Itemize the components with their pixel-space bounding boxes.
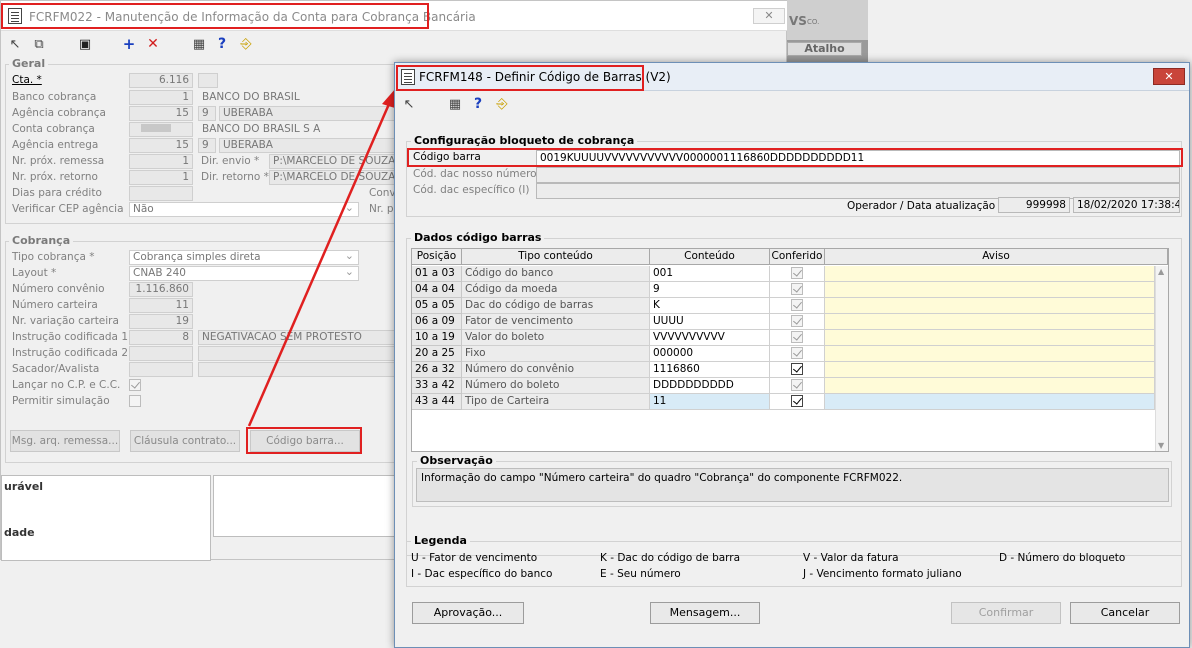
legenda-item-u: U - Fator de vencimento: [411, 552, 538, 564]
cell-conferido[interactable]: [770, 314, 825, 330]
observacao-section-label: Observação: [417, 454, 496, 467]
cell-conteudo[interactable]: 9: [650, 282, 770, 298]
config-section-label: Configuração bloqueto de cobrança: [411, 134, 638, 147]
cell-conferido[interactable]: [770, 394, 825, 410]
codigo-barra-row-highlight: [407, 148, 1183, 167]
cell-conteudo[interactable]: 001: [650, 266, 770, 282]
codigo-barras-table: Posição Tipo conteúdo Conteúdo Conferido…: [411, 248, 1169, 452]
legenda-item-k: K - Dac do código de barra: [600, 552, 741, 564]
cell-tipo-conteudo[interactable]: Número do convênio: [462, 362, 650, 378]
cell-conteudo[interactable]: UUUU: [650, 314, 770, 330]
conferido-checkbox[interactable]: [791, 299, 803, 311]
cell-posicao[interactable]: 26 a 32: [412, 362, 462, 378]
header-posicao[interactable]: Posição: [412, 249, 462, 265]
dac-especifico-label: Cód. dac específico (I): [413, 184, 530, 196]
cell-tipo-conteudo[interactable]: Fator de vencimento: [462, 314, 650, 330]
cell-posicao[interactable]: 01 a 03: [412, 266, 462, 282]
cell-tipo-conteudo[interactable]: Número do boleto: [462, 378, 650, 394]
cell-aviso[interactable]: [825, 330, 1155, 346]
codigo-barras-dialog: FCRFM148 - Definir Código de Barras (V2)…: [394, 62, 1190, 648]
exit-door-icon[interactable]: ⎆: [494, 96, 510, 112]
cell-conferido[interactable]: [770, 282, 825, 298]
back-arrow-icon[interactable]: ↖: [401, 97, 417, 113]
cell-posicao[interactable]: 10 a 19: [412, 330, 462, 346]
data-atualizacao-field: 18/02/2020 17:38:46: [1073, 197, 1180, 213]
legenda-item-i: I - Dac específico do banco: [411, 568, 553, 580]
cell-conteudo[interactable]: 000000: [650, 346, 770, 362]
conferido-checkbox[interactable]: [791, 315, 803, 327]
help-icon[interactable]: ?: [470, 96, 486, 112]
cell-posicao[interactable]: 05 a 05: [412, 298, 462, 314]
nosso-numero-field[interactable]: [536, 167, 1180, 183]
cell-conferido[interactable]: [770, 330, 825, 346]
aprovacao-button[interactable]: Aprovação...: [412, 602, 524, 624]
cell-conferido[interactable]: [770, 378, 825, 394]
legenda-item-d: D - Número do bloqueto: [999, 552, 1126, 564]
scroll-up-icon[interactable]: ▲: [1158, 267, 1164, 276]
legenda-frame: [406, 541, 1182, 587]
cell-tipo-conteudo[interactable]: Dac do código de barras: [462, 298, 650, 314]
dialog-title-highlight-box: [396, 65, 644, 91]
conferido-checkbox[interactable]: [791, 395, 803, 407]
cell-tipo-conteudo[interactable]: Fixo: [462, 346, 650, 362]
cell-tipo-conteudo[interactable]: Código do banco: [462, 266, 650, 282]
nosso-numero-label: Cód. dac nosso número: [413, 168, 537, 180]
conferido-checkbox[interactable]: [791, 267, 803, 279]
dados-section-label: Dados código barras: [411, 231, 545, 244]
legenda-item-e: E - Seu número: [600, 568, 681, 580]
cell-posicao[interactable]: 04 a 04: [412, 282, 462, 298]
table-scrollbar[interactable]: ▲ ▼: [1155, 266, 1168, 451]
legenda-item-v: V - Valor da fatura: [803, 552, 899, 564]
cell-aviso[interactable]: [825, 394, 1155, 410]
cell-conteudo[interactable]: 11: [650, 394, 770, 410]
cell-conferido[interactable]: [770, 266, 825, 282]
conferido-checkbox[interactable]: [791, 331, 803, 343]
header-tipo-conteudo[interactable]: Tipo conteúdo: [462, 249, 650, 265]
legenda-section-label: Legenda: [411, 534, 470, 547]
header-conferido[interactable]: Conferido: [770, 249, 825, 265]
conferido-checkbox[interactable]: [791, 283, 803, 295]
operador-field: 999998: [998, 197, 1070, 213]
cell-aviso[interactable]: [825, 266, 1155, 282]
observacao-text: Informação do campo "Número carteira" do…: [416, 468, 1169, 502]
cell-posicao[interactable]: 20 a 25: [412, 346, 462, 362]
cell-conferido[interactable]: [770, 362, 825, 378]
header-aviso[interactable]: Aviso: [825, 249, 1168, 265]
cell-aviso[interactable]: [825, 362, 1155, 378]
cell-conteudo[interactable]: VVVVVVVVVV: [650, 330, 770, 346]
conferido-checkbox[interactable]: [791, 363, 803, 375]
cell-conteudo[interactable]: 1116860: [650, 362, 770, 378]
mensagem-button[interactable]: Mensagem...: [650, 602, 760, 624]
cell-conferido[interactable]: [770, 346, 825, 362]
calculator-icon[interactable]: ▦: [447, 97, 463, 113]
cell-aviso[interactable]: [825, 314, 1155, 330]
conferido-checkbox[interactable]: [791, 379, 803, 391]
cell-tipo-conteudo[interactable]: Tipo de Carteira: [462, 394, 650, 410]
cell-posicao[interactable]: 06 a 09: [412, 314, 462, 330]
cell-conteudo[interactable]: K: [650, 298, 770, 314]
cell-aviso[interactable]: [825, 282, 1155, 298]
operador-label: Operador / Data atualização: [847, 200, 996, 212]
cell-posicao[interactable]: 43 a 44: [412, 394, 462, 410]
dialog-close-button[interactable]: ✕: [1153, 68, 1185, 85]
cell-aviso[interactable]: [825, 378, 1155, 394]
cell-conteudo[interactable]: DDDDDDDDDD: [650, 378, 770, 394]
cell-posicao[interactable]: 33 a 42: [412, 378, 462, 394]
confirmar-button[interactable]: Confirmar: [951, 602, 1061, 624]
scroll-down-icon[interactable]: ▼: [1158, 441, 1164, 450]
conferido-checkbox[interactable]: [791, 347, 803, 359]
cancelar-button[interactable]: Cancelar: [1070, 602, 1180, 624]
cell-aviso[interactable]: [825, 298, 1155, 314]
legenda-item-j: J - Vencimento formato juliano: [803, 568, 962, 580]
header-conteudo[interactable]: Conteúdo: [650, 249, 770, 265]
cell-tipo-conteudo[interactable]: Valor do boleto: [462, 330, 650, 346]
cell-conferido[interactable]: [770, 298, 825, 314]
cell-aviso[interactable]: [825, 346, 1155, 362]
cell-tipo-conteudo[interactable]: Código da moeda: [462, 282, 650, 298]
